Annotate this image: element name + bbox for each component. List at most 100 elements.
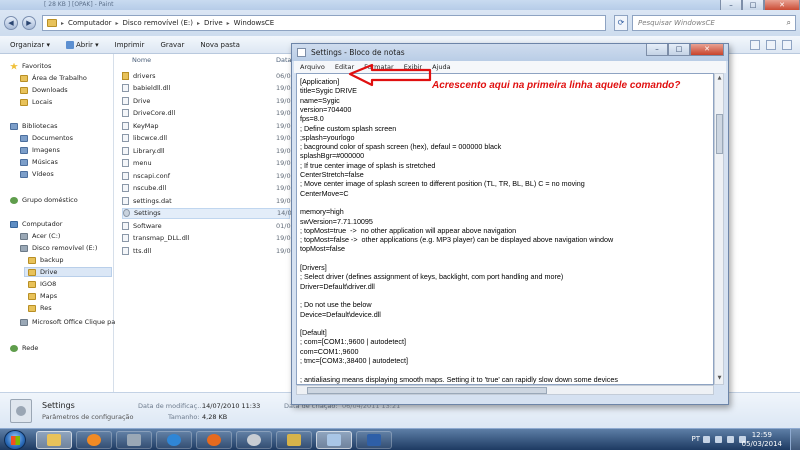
file-row[interactable]: menu 19/02/ xyxy=(122,158,297,169)
nav-acer-c[interactable]: Acer (C:) xyxy=(20,232,60,240)
clock[interactable]: 12:59 05/03/2014 xyxy=(742,431,782,449)
file-name: Software xyxy=(133,221,162,230)
menu-ajuda[interactable]: Ajuda xyxy=(432,63,450,71)
gravar-button[interactable]: Gravar xyxy=(160,41,184,49)
taskbar-word[interactable] xyxy=(356,431,392,449)
imprimir-button[interactable]: Imprimir xyxy=(115,41,145,49)
breadcrumb-windowsce[interactable]: WindowsCE xyxy=(234,19,275,27)
explorer-titlebar[interactable]: [ 28 KB ] [OPAK] - Paint – □ ✕ xyxy=(0,0,800,12)
language-indicator[interactable]: PT xyxy=(692,435,701,443)
nav-disco-removivel[interactable]: Disco removível (E:) xyxy=(20,244,97,252)
file-row[interactable]: KeyMap 19/02/ xyxy=(122,120,297,131)
file-row[interactable]: tts.dll 19/02/ xyxy=(122,245,297,256)
forward-button[interactable]: ▶ xyxy=(22,16,36,30)
column-date[interactable]: Data xyxy=(276,56,292,64)
file-row[interactable]: DriveCore.dll 19/02/ xyxy=(122,108,297,119)
help-icon[interactable] xyxy=(782,40,792,50)
nav-label: Área de Trabalho xyxy=(32,74,87,82)
vertical-scrollbar[interactable]: ▲ ▼ xyxy=(714,73,724,385)
taskbar-tools[interactable] xyxy=(116,431,152,449)
organizar-button[interactable]: Organizar ▾ xyxy=(10,41,50,49)
network-icon[interactable] xyxy=(727,436,734,443)
nav-maps[interactable]: Maps xyxy=(28,292,57,300)
abrir-button[interactable]: Abrir ▾ xyxy=(65,40,99,49)
notepad-title: Settings - Bloco de notas xyxy=(311,48,405,57)
scrollbar-thumb[interactable] xyxy=(716,114,723,154)
nav-downloads[interactable]: Downloads xyxy=(20,86,68,94)
file-row[interactable]: transmap_DLL.dll 19/02/ xyxy=(122,233,297,244)
file-row[interactable]: nscube.dll 19/02/ xyxy=(122,183,297,194)
nav-office[interactable]: Microsoft Office Clique pa xyxy=(20,318,115,326)
nav-area-de-trabalho[interactable]: Área de Trabalho xyxy=(20,74,87,82)
file-row[interactable]: babieldll.dll 19/02/ xyxy=(122,83,297,94)
file-row[interactable]: Drive 19/02/ xyxy=(122,95,297,106)
breadcrumb-disco[interactable]: Disco removível (E:) xyxy=(123,19,193,27)
nav-favoritos[interactable]: Favoritos xyxy=(10,62,51,70)
nav-musicas[interactable]: Músicas xyxy=(20,158,58,166)
breadcrumb-drive[interactable]: Drive xyxy=(204,19,223,27)
search-input[interactable]: Pesquisar WindowsCE ⌕ xyxy=(632,15,796,31)
nova-pasta-button[interactable]: Nova pasta xyxy=(200,41,240,49)
file-row[interactable]: Settings 14/07/ xyxy=(122,207,298,219)
nav-label: Computador xyxy=(22,220,63,228)
notepad-titlebar[interactable]: Settings - Bloco de notas – □ ✕ xyxy=(292,44,728,61)
taskbar-chrome[interactable] xyxy=(236,431,272,449)
titlebar-text: [ 28 KB ] [OPAK] - Paint xyxy=(44,1,114,8)
nav-rede[interactable]: Rede xyxy=(10,344,38,352)
nav-bibliotecas[interactable]: Bibliotecas xyxy=(10,122,57,130)
red-arrow-annotation xyxy=(348,63,432,87)
notepad-text-area[interactable]: [Application] title=Sygic DRIVE name=Sygic… xyxy=(296,73,714,385)
horizontal-scrollbar[interactable] xyxy=(296,385,714,395)
taskbar-ie[interactable] xyxy=(156,431,192,449)
back-button[interactable]: ◀ xyxy=(4,16,18,30)
taskbar-notepad[interactable] xyxy=(316,431,352,449)
preview-pane-icon[interactable] xyxy=(766,40,776,50)
notepad-maximize-button[interactable]: □ xyxy=(668,44,690,56)
nav-imagens[interactable]: Imagens xyxy=(20,146,60,154)
scroll-down-icon[interactable]: ▼ xyxy=(716,375,723,383)
file-name: Library.dll xyxy=(133,146,165,155)
nav-documentos[interactable]: Documentos xyxy=(20,134,73,142)
file-row[interactable]: drivers 06/04/ xyxy=(122,70,297,81)
nav-computador[interactable]: Computador xyxy=(10,220,62,228)
file-row[interactable]: libcwce.dll 19/02/ xyxy=(122,133,297,144)
menu-arquivo[interactable]: Arquivo xyxy=(300,63,325,71)
file-icon xyxy=(122,246,129,255)
nav-videos[interactable]: Vídeos xyxy=(20,170,54,178)
scroll-up-icon[interactable]: ▲ xyxy=(716,75,723,83)
nav-backup[interactable]: backup xyxy=(28,256,64,264)
nav-res[interactable]: Res xyxy=(28,304,52,312)
file-icon xyxy=(122,109,129,117)
file-row[interactable]: settings.dat 19/02/ xyxy=(122,195,297,206)
text-line: topMost=false xyxy=(300,244,345,254)
flag-icon[interactable] xyxy=(715,436,722,443)
column-header[interactable]: Nome Data xyxy=(118,56,292,66)
taskbar-firefox[interactable] xyxy=(196,431,232,449)
start-button[interactable] xyxy=(4,430,26,450)
breadcrumb-computador[interactable]: Computador xyxy=(68,19,112,27)
address-row: ◀ ▶ ▸ Computador ▸ Disco removível (E:) … xyxy=(0,10,800,36)
downloads-icon xyxy=(20,86,28,94)
column-name[interactable]: Nome xyxy=(132,56,151,64)
nav-grupo-domestico[interactable]: Grupo doméstico xyxy=(10,196,78,204)
view-options xyxy=(750,40,792,50)
details-mod-value: 14/07/2010 11:33 xyxy=(202,402,261,410)
taskbar-explorer[interactable] xyxy=(36,431,72,449)
view-icon[interactable] xyxy=(750,40,760,50)
notepad-minimize-button[interactable]: – xyxy=(646,44,668,56)
text-line: [Drivers] xyxy=(300,263,327,272)
notepad-close-button[interactable]: ✕ xyxy=(690,44,724,56)
nav-drive[interactable]: Drive xyxy=(24,267,112,277)
taskbar-paint[interactable] xyxy=(276,431,312,449)
address-bar[interactable]: ▸ Computador ▸ Disco removível (E:) ▸ Dr… xyxy=(42,15,606,31)
taskbar-media-player[interactable] xyxy=(76,431,112,449)
nav-locais[interactable]: Locais xyxy=(20,98,52,106)
file-row[interactable]: Library.dll 19/02/ xyxy=(122,145,297,156)
file-row[interactable]: Software 01/02/ xyxy=(122,220,297,231)
hscrollbar-thumb[interactable] xyxy=(307,387,547,394)
show-desktop-button[interactable] xyxy=(790,429,800,450)
file-row[interactable]: nscapi.conf 19/02/ xyxy=(122,170,297,181)
refresh-button[interactable]: ⟳ xyxy=(614,15,628,31)
tray-show-hidden-icon[interactable] xyxy=(703,436,710,443)
nav-igo8[interactable]: IGO8 xyxy=(28,280,56,288)
